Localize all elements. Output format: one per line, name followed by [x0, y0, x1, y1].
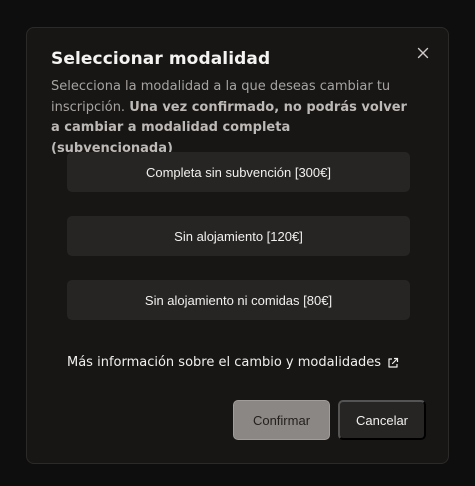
close-button[interactable]	[412, 42, 434, 64]
confirm-button[interactable]: Confirmar	[233, 400, 330, 440]
dialog-description: Selecciona la modalidad a la que deseas …	[51, 77, 411, 159]
close-icon	[417, 47, 429, 59]
more-info-link[interactable]: Más información sobre el cambio y modali…	[67, 355, 399, 370]
option-complete-no-subsidy[interactable]: Completa sin subvención [300€]	[67, 152, 410, 192]
more-info-label: Más información sobre el cambio y modali…	[67, 355, 382, 370]
dialog-title: Seleccionar modalidad	[51, 49, 271, 69]
option-no-accommodation[interactable]: Sin alojamiento [120€]	[67, 216, 410, 256]
external-link-icon	[388, 357, 399, 368]
option-no-accommodation-no-meals[interactable]: Sin alojamiento ni comidas [80€]	[67, 280, 410, 320]
cancel-button[interactable]: Cancelar	[338, 400, 426, 440]
change-modality-dialog: Seleccionar modalidad Selecciona la moda…	[26, 27, 449, 464]
